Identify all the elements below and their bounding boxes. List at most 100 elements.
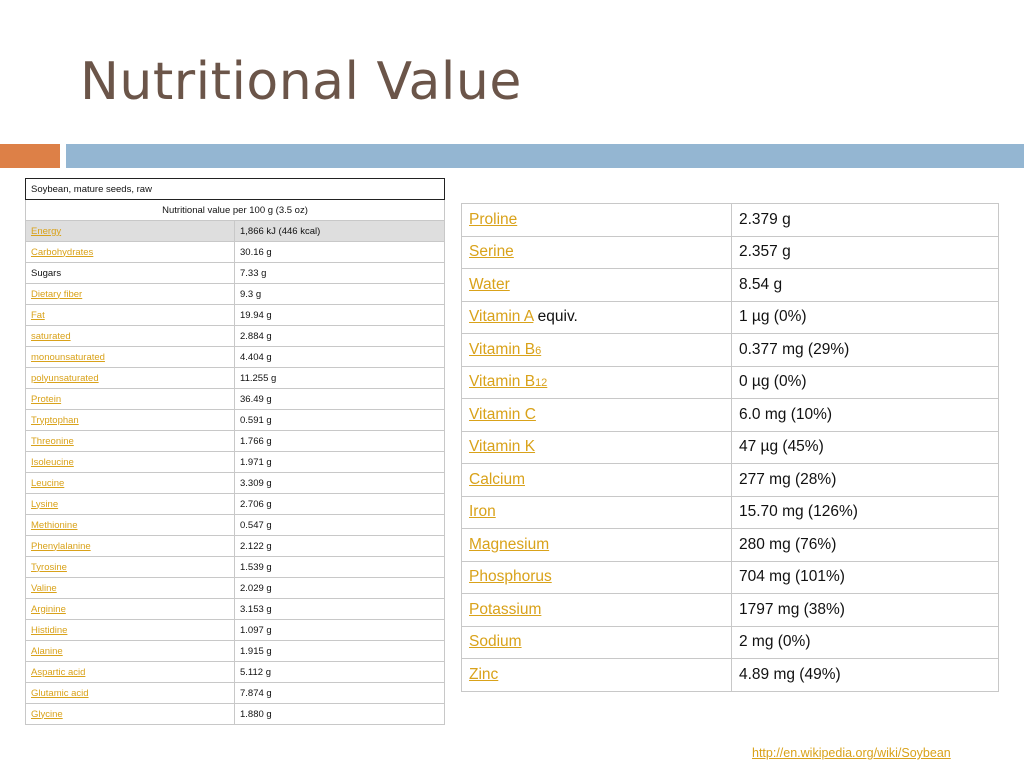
table-row: Threonine 1.766 g [25, 430, 445, 452]
nutrient-name-cell[interactable]: Phosphorus [461, 560, 732, 594]
nutrient-value: 2.884 g [234, 325, 445, 347]
nutrient-link-label: Potassium [469, 600, 542, 618]
nutrient-name-cell[interactable]: Zinc [461, 658, 732, 692]
nutrient-link[interactable]: Magnesium [469, 536, 549, 553]
nutrient-value: 1.915 g [234, 640, 445, 662]
table-row: Protein 36.49 g [25, 388, 445, 410]
nutrient-link[interactable]: monounsaturated [31, 352, 105, 363]
nutrient-name-cell[interactable]: Dietary fiber [25, 283, 235, 305]
nutrient-name-cell[interactable]: Phenylalanine [25, 535, 235, 557]
nutrient-value: 30.16 g [234, 241, 445, 263]
nutrient-name-cell[interactable]: Protein [25, 388, 235, 410]
nutrient-link[interactable]: Vitamin A [469, 308, 533, 325]
nutrient-name-cell[interactable]: polyunsaturated [25, 367, 235, 389]
nutrient-name-cell[interactable]: Proline [461, 203, 732, 237]
table-row: polyunsaturated 11.255 g [25, 367, 445, 389]
nutrient-name-cell[interactable]: Vitamin B12 [461, 365, 732, 399]
nutrient-link[interactable]: Aspartic acid [31, 667, 85, 678]
nutrient-name-cell[interactable]: Vitamin K [461, 430, 732, 464]
nutrient-name-cell[interactable]: Vitamin B6 [461, 333, 732, 367]
nutrient-name-cell[interactable]: Arginine [25, 598, 235, 620]
nutrient-value: 280 mg (76%) [731, 528, 999, 562]
nutrient-name-cell[interactable]: Vitamin C [461, 398, 732, 432]
nutrient-link[interactable]: Lysine [31, 499, 58, 510]
nutrient-link[interactable]: Vitamin K [469, 438, 535, 455]
nutrient-link[interactable]: Arginine [31, 604, 66, 615]
nutrition-table-left: Soybean, mature seeds, raw Nutritional v… [25, 178, 445, 725]
nutrient-link[interactable]: Phenylalanine [31, 541, 91, 552]
nutrient-name-cell[interactable]: Carbohydrates [25, 241, 235, 263]
table-row: Calcium 277 mg (28%) [461, 463, 999, 497]
nutrient-name-cell[interactable]: Magnesium [461, 528, 732, 562]
nutrient-name-cell[interactable]: Calcium [461, 463, 732, 497]
nutrient-link[interactable]: Vitamin B6 [469, 341, 541, 358]
table-row: Sugars 7.33 g [25, 262, 445, 284]
nutrient-name-cell[interactable]: saturated [25, 325, 235, 347]
nutrient-value: 6.0 mg (10%) [731, 398, 999, 432]
nutrient-name-cell[interactable]: Sodium [461, 625, 732, 659]
nutrient-value: 0.547 g [234, 514, 445, 536]
nutrient-name-cell[interactable]: Potassium [461, 593, 732, 627]
nutrient-name-cell[interactable]: Glutamic acid [25, 682, 235, 704]
nutrient-link[interactable]: Isoleucine [31, 457, 74, 468]
nutrient-name-cell[interactable]: Leucine [25, 472, 235, 494]
nutrient-value: 1.097 g [234, 619, 445, 641]
nutrient-link[interactable]: saturated [31, 331, 71, 342]
nutrient-name-cell[interactable]: monounsaturated [25, 346, 235, 368]
nutrient-link[interactable]: Tyrosine [31, 562, 67, 573]
nutrient-value: 0.377 mg (29%) [731, 333, 999, 367]
table-row: monounsaturated 4.404 g [25, 346, 445, 368]
nutrient-link[interactable]: Threonine [31, 436, 74, 447]
nutrient-link[interactable]: Vitamin B12 [469, 373, 547, 390]
table-row: Magnesium 280 mg (76%) [461, 528, 999, 562]
nutrient-name-cell[interactable]: Aspartic acid [25, 661, 235, 683]
nutrient-link[interactable]: Vitamin C [469, 406, 536, 423]
nutrient-link-label: Sodium [469, 633, 522, 651]
nutrient-link[interactable]: Potassium [469, 601, 541, 618]
nutrient-link[interactable]: Proline [469, 211, 517, 228]
slide-title: Nutritional Value [80, 52, 522, 112]
nutrient-link[interactable]: Methionine [31, 520, 77, 531]
nutrient-name-cell[interactable]: Alanine [25, 640, 235, 662]
nutrient-name-cell[interactable]: Vitamin A equiv. [461, 300, 732, 334]
nutrient-link[interactable]: Serine [469, 243, 514, 260]
nutrient-link-label: Vitamin C [469, 405, 536, 423]
nutrient-name-cell[interactable]: Serine [461, 235, 732, 269]
nutrient-name-cell[interactable]: Tryptophan [25, 409, 235, 431]
nutrient-link[interactable]: Calcium [469, 471, 525, 488]
nutrient-link[interactable]: Tryptophan [31, 415, 79, 426]
nutrient-value: 47 µg (45%) [731, 430, 999, 464]
source-link[interactable]: http://en.wikipedia.org/wiki/Soybean [752, 746, 951, 760]
nutrient-name-cell[interactable]: Methionine [25, 514, 235, 536]
nutrient-link[interactable]: Protein [31, 394, 61, 405]
nutrient-link[interactable]: Glycine [31, 709, 63, 720]
nutrient-link[interactable]: Alanine [31, 646, 63, 657]
nutrient-name-cell[interactable]: Fat [25, 304, 235, 326]
nutrient-link[interactable]: Glutamic acid [31, 688, 89, 699]
nutrient-link[interactable]: Valine [31, 583, 57, 594]
nutrient-link[interactable]: Dietary fiber [31, 289, 82, 300]
nutrient-value: 1 µg (0%) [731, 300, 999, 334]
nutrient-name-cell[interactable]: Threonine [25, 430, 235, 452]
nutrient-link[interactable]: Iron [469, 503, 496, 520]
nutrient-link[interactable]: Fat [31, 310, 45, 321]
nutrient-name-cell[interactable]: Histidine [25, 619, 235, 641]
nutrient-name-cell[interactable]: Isoleucine [25, 451, 235, 473]
nutrient-name-cell[interactable]: Glycine [25, 703, 235, 725]
nutrient-link[interactable]: Carbohydrates [31, 247, 93, 258]
nutrient-link[interactable]: Leucine [31, 478, 64, 489]
nutrient-name-cell[interactable]: Iron [461, 495, 732, 529]
nutrient-name-cell[interactable]: Tyrosine [25, 556, 235, 578]
nutrient-link[interactable]: Phosphorus [469, 568, 552, 585]
nutrient-link[interactable]: Zinc [469, 666, 498, 683]
nutrient-link[interactable]: Histidine [31, 625, 67, 636]
nutrient-name-cell[interactable]: Lysine [25, 493, 235, 515]
nutrient-name-cell[interactable]: Valine [25, 577, 235, 599]
nutrient-name-cell[interactable]: Water [461, 268, 732, 302]
nutrient-link[interactable]: Water [469, 276, 510, 293]
nutrient-link[interactable]: Energy [31, 226, 61, 237]
nutrient-name-cell[interactable]: Energy [25, 220, 235, 242]
table-subheader: Nutritional value per 100 g (3.5 oz) [25, 199, 445, 221]
nutrient-link[interactable]: Sodium [469, 633, 522, 650]
nutrient-link[interactable]: polyunsaturated [31, 373, 99, 384]
